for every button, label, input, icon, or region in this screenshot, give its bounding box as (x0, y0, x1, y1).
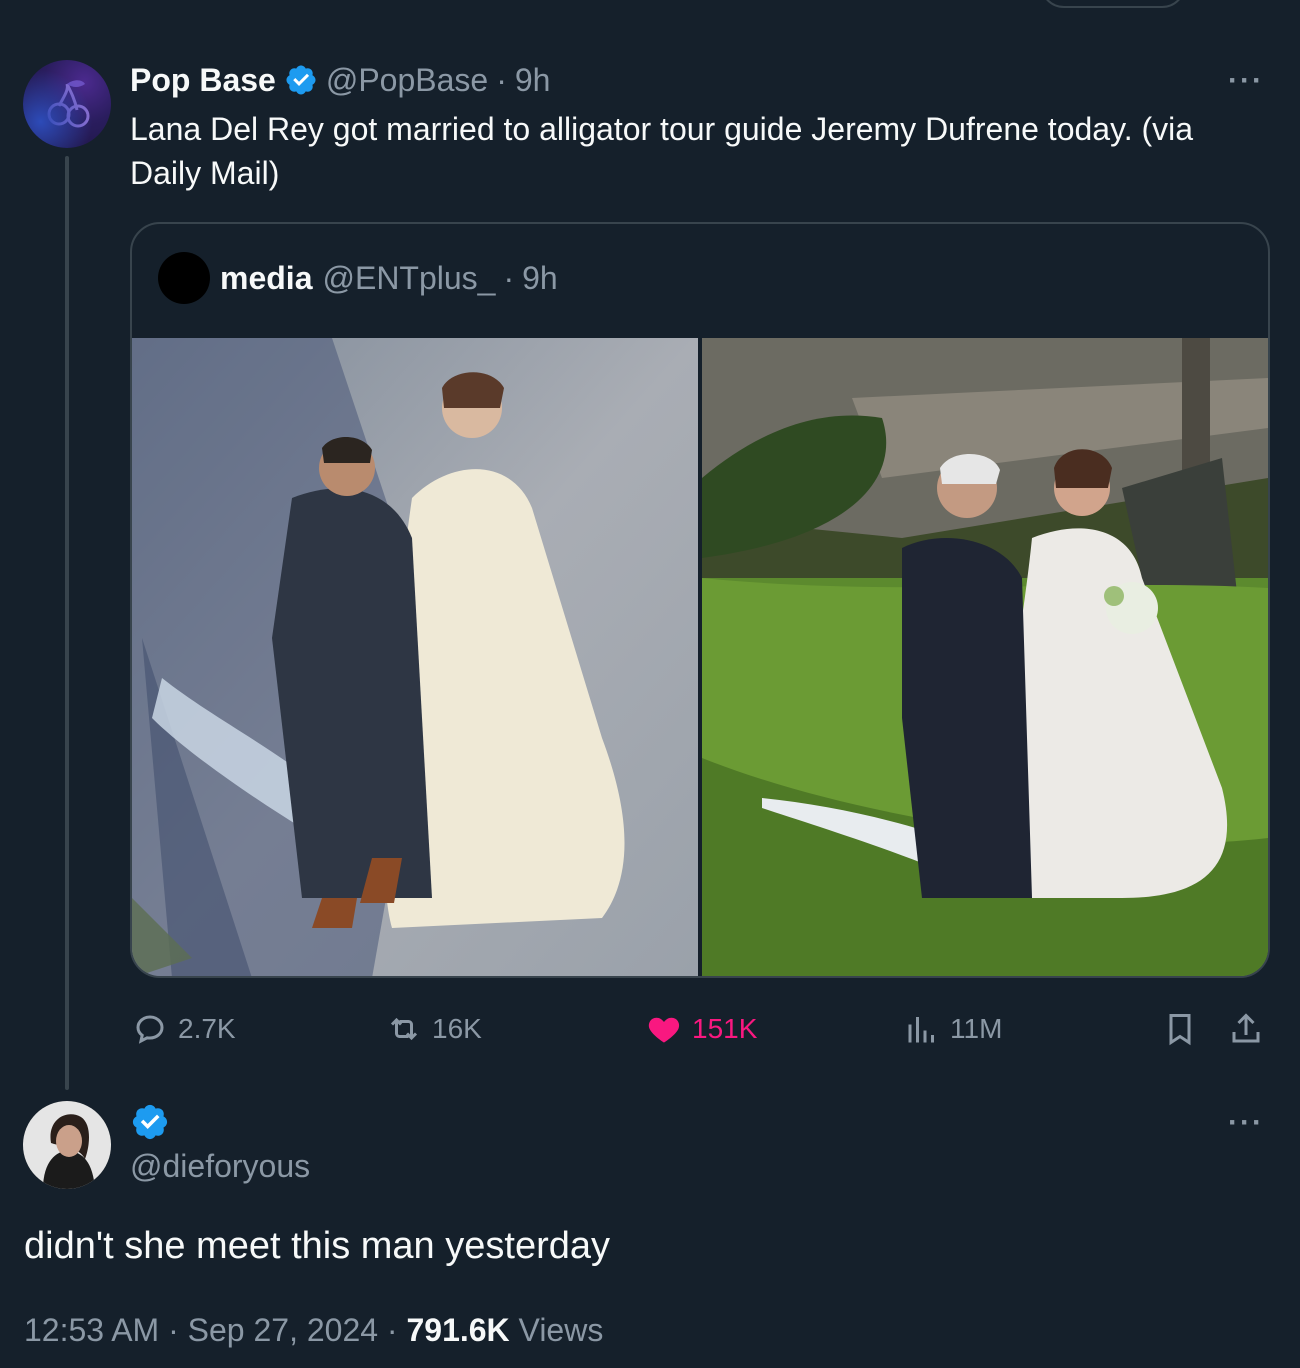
reply-count: 2.7K (178, 1013, 236, 1044)
more-options-icon[interactable]: ··· (1228, 1108, 1264, 1138)
quoted-avatar (158, 252, 210, 304)
avatar-popbase[interactable] (23, 60, 111, 148)
wedding-photo-left[interactable] (132, 338, 698, 976)
media-grid (132, 338, 1268, 976)
views-button[interactable]: 11M (904, 1004, 1002, 1054)
quoted-author-row: media @ENTplus_ · 9h (158, 252, 558, 304)
tweet-actions-bar: 2.7K 16K 151K 11M (130, 1004, 1270, 1054)
views-icon (908, 1017, 934, 1043)
tweet-timestamp[interactable]: 12:53 AM (24, 1312, 159, 1348)
author-handle[interactable]: @PopBase (326, 62, 488, 99)
quoted-author-handle: @ENTplus_ (322, 259, 496, 296)
views-total: 791.6K (406, 1312, 510, 1348)
avatar-dieforyous[interactable] (23, 1101, 111, 1189)
verified-badge-icon (286, 65, 316, 95)
repost-icon (390, 1017, 418, 1041)
repost-count: 16K (432, 1013, 482, 1044)
tweet-date[interactable]: Sep 27, 2024 (188, 1312, 378, 1348)
share-icon (1232, 1013, 1260, 1043)
reply-text: didn't she meet this man yesterday (24, 1225, 610, 1267)
top-pill-button[interactable] (1040, 0, 1186, 8)
bookmark-icon (1169, 1014, 1191, 1046)
like-count: 151K (692, 1013, 758, 1044)
like-button[interactable]: 151K (646, 1004, 757, 1054)
wedding-photo-right[interactable] (702, 338, 1268, 976)
views-count: 11M (950, 1013, 1003, 1044)
quoted-tweet-time: 9h (522, 259, 558, 296)
tweet-time[interactable]: 9h (515, 62, 551, 99)
quoted-author-name: media (220, 259, 313, 296)
reply-icon (136, 1015, 164, 1044)
heart-icon (648, 1017, 680, 1043)
cherry-logo-icon (47, 80, 90, 128)
parent-author-row: Pop Base @PopBase · 9h (130, 58, 550, 102)
reply-handle[interactable]: @dieforyous (130, 1144, 310, 1188)
share-button[interactable] (1228, 1004, 1274, 1054)
bookmark-button[interactable] (1162, 1004, 1208, 1054)
profile-photo-icon (23, 1101, 111, 1189)
reply-author-row (130, 1100, 170, 1144)
views-label: Views (518, 1312, 604, 1348)
tweet-text: Lana Del Rey got married to alligator to… (130, 111, 1194, 191)
quoted-tweet-card[interactable]: media @ENTplus_ · 9h (130, 222, 1270, 978)
tweet-meta: 12:53 AM · Sep 27, 2024 · 791.6K Views (24, 1306, 603, 1354)
dot-separator: · (503, 259, 515, 296)
author-name[interactable]: Pop Base (130, 62, 276, 99)
more-options-icon[interactable]: ··· (1228, 66, 1264, 96)
dot-separator: · (168, 1312, 179, 1348)
reply-button[interactable]: 2.7K (132, 1004, 236, 1054)
repost-button[interactable]: 16K (386, 1004, 482, 1054)
verified-badge-icon (132, 1104, 168, 1140)
thread-connector-line (65, 156, 69, 1090)
dot-separator: · (496, 61, 507, 98)
dot-separator: · (386, 1312, 398, 1348)
